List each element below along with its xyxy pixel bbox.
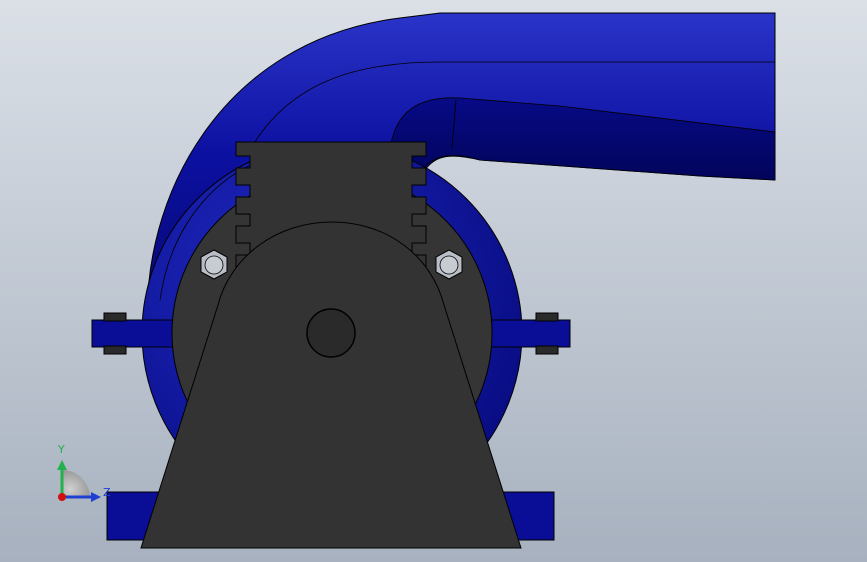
cad-viewport[interactable]: Y Z [0,0,867,562]
pump-model-view[interactable] [0,0,867,562]
hex-bolt-left[interactable] [200,249,228,280]
shaft-bore[interactable] [306,308,356,358]
y-axis-label: Y [58,443,65,456]
hex-bolt-right[interactable] [435,249,463,280]
x-axis-origin [58,493,66,501]
z-axis-label: Z [103,486,111,499]
